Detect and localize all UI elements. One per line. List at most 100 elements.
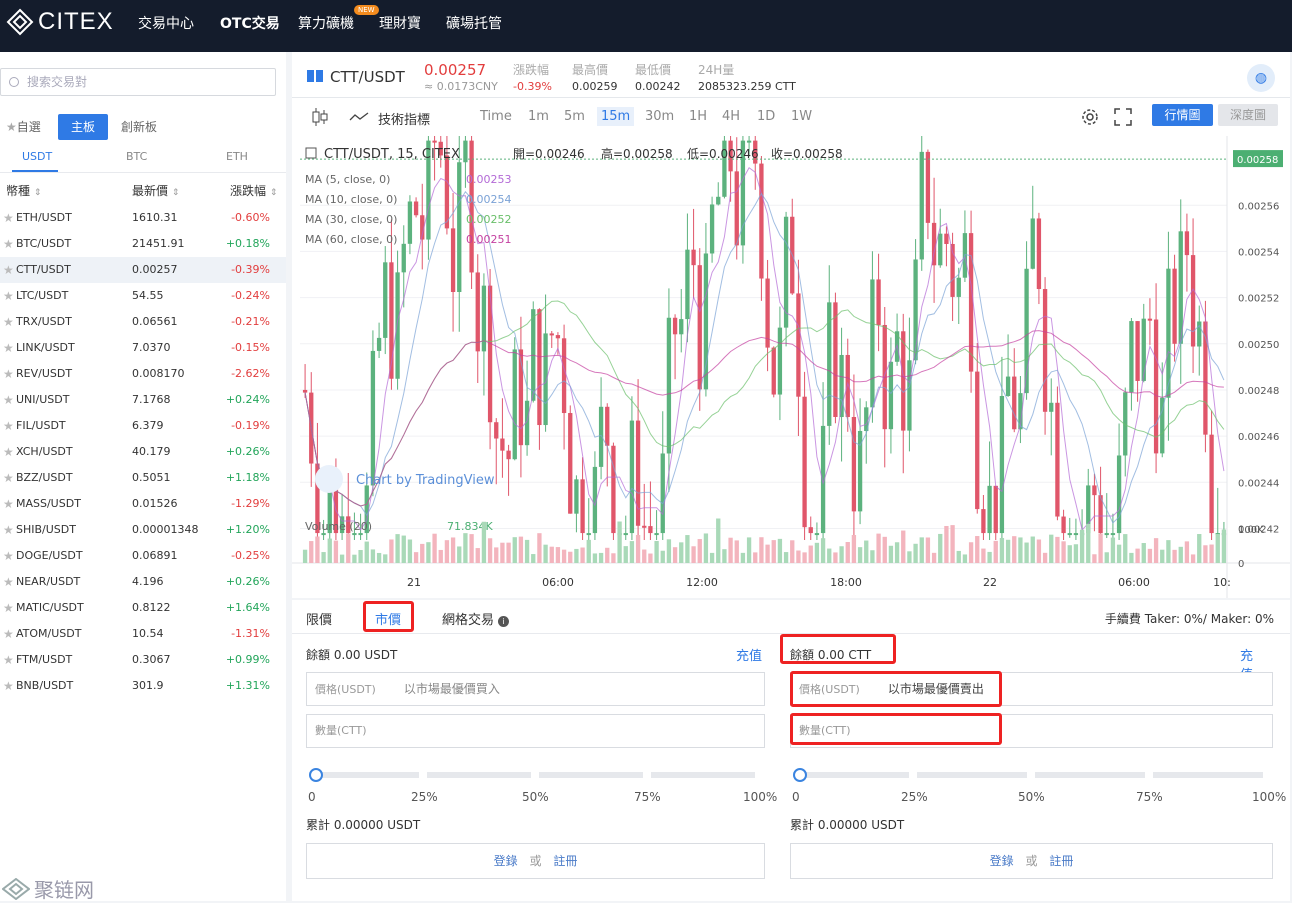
pair-row[interactable]: ★ DOGE/USDT 0.06891 -0.25% — [0, 543, 286, 569]
candle — [432, 140, 437, 143]
indicators-button[interactable]: 技術指標 — [378, 109, 430, 128]
nav-wealth[interactable]: 理財寶 — [379, 13, 421, 33]
pair-change: +1.64% — [225, 601, 270, 614]
pct-label[interactable]: 0 — [792, 790, 800, 804]
pair-row[interactable]: ★ MATIC/USDT 0.8122 +1.64% — [0, 595, 286, 621]
depth-chart-button[interactable]: 深度圖 — [1218, 104, 1278, 126]
interval-5m[interactable]: 5m — [564, 109, 585, 124]
star-icon[interactable]: ★ — [3, 257, 14, 283]
candle — [968, 233, 974, 372]
star-icon[interactable]: ★ — [3, 647, 14, 673]
buy-deposit-link[interactable]: 充值 — [736, 645, 762, 664]
pct-label[interactable]: 50% — [522, 790, 549, 804]
pair-row[interactable]: ★ FIL/USDT 6.379 -0.19% — [0, 413, 286, 439]
star-icon[interactable]: ★ — [3, 673, 14, 699]
pair-row[interactable]: ★ BZZ/USDT 0.5051 +1.18% — [0, 465, 286, 491]
star-icon[interactable]: ★ — [3, 387, 14, 413]
star-icon[interactable]: ★ — [3, 465, 14, 491]
ohlc-open: 開=0.00246 — [513, 147, 585, 161]
slider-handle[interactable] — [309, 768, 323, 782]
sell-amount-slider[interactable] — [793, 768, 1265, 782]
pct-label[interactable]: 25% — [411, 790, 438, 804]
pct-label[interactable]: 75% — [634, 790, 661, 804]
star-icon[interactable]: ★ — [3, 517, 14, 543]
buy-quantity-field[interactable]: 數量(CTT) — [306, 714, 765, 748]
pct-label[interactable]: 0 — [308, 790, 316, 804]
star-icon[interactable]: ★ — [3, 621, 14, 647]
currency-tab-eth[interactable]: ETH — [226, 150, 248, 163]
interval-1d[interactable]: 1D — [757, 109, 775, 124]
pct-label[interactable]: 50% — [1018, 790, 1045, 804]
tab-favorites[interactable]: ★自選 — [6, 114, 41, 140]
pair-row[interactable]: ★ SHIB/USDT 0.00001348 +1.20% — [0, 517, 286, 543]
pair-row[interactable]: ★ XCH/USDT 40.179 +0.26% — [0, 439, 286, 465]
pair-row[interactable]: ★ BTC/USDT 21451.91 +0.18% — [0, 231, 286, 257]
pair-row[interactable]: ★ LTC/USDT 54.55 -0.24% — [0, 283, 286, 309]
star-icon[interactable]: ★ — [3, 309, 14, 335]
pair-row[interactable]: ★ MASS/USDT 0.01526 -1.29% — [0, 491, 286, 517]
star-icon[interactable]: ★ — [3, 361, 14, 387]
star-icon[interactable]: ★ — [3, 439, 14, 465]
pair-row[interactable]: ★ TRX/USDT 0.06561 -0.21% — [0, 309, 286, 335]
interval-30m[interactable]: 30m — [645, 109, 674, 124]
pct-label[interactable]: 100% — [1252, 790, 1286, 804]
pair-row[interactable]: ★ NEAR/USDT 4.196 +0.26% — [0, 569, 286, 595]
pair-row[interactable]: ★ CTT/USDT 0.00257 -0.39% — [0, 257, 286, 283]
star-icon[interactable]: ★ — [3, 205, 14, 231]
pct-label[interactable]: 25% — [901, 790, 928, 804]
price-chart[interactable]: 0.00256 0.00254 0.00252 0.00250 0.00248 0.002… — [292, 136, 1290, 616]
quote-chart-button[interactable]: 行情圖 — [1152, 104, 1213, 126]
buy-price-field[interactable]: 價格(USDT) 以市場最優價買入 — [306, 672, 765, 706]
search-input[interactable]: 搜索交易對 — [0, 68, 276, 96]
pair-row[interactable]: ★ UNI/USDT 7.1768 +0.24% — [0, 387, 286, 413]
pair-row[interactable]: ★ ETH/USDT 1610.31 -0.60% — [0, 205, 286, 231]
star-icon[interactable]: ★ — [3, 595, 14, 621]
register-link[interactable]: 註冊 — [1049, 854, 1073, 868]
candle-type-icon[interactable] — [312, 107, 328, 127]
interval-1w[interactable]: 1W — [791, 109, 812, 124]
pair-row[interactable]: ★ FTM/USDT 0.3067 +0.99% — [0, 647, 286, 673]
buy-amount-slider[interactable] — [309, 768, 759, 782]
sort-by-price[interactable]: 最新價 ⇕ — [132, 182, 179, 199]
fullscreen-icon[interactable] — [1114, 108, 1132, 126]
info-icon[interactable]: i — [498, 616, 510, 627]
candlestick-chart-svg[interactable]: 0.00256 0.00254 0.00252 0.00250 0.00248 0.002… — [292, 136, 1290, 616]
slider-handle[interactable] — [793, 768, 807, 782]
interval-4h[interactable]: 4H — [722, 109, 740, 124]
tab-innovation-board[interactable]: 創新板 — [121, 114, 157, 140]
interval-1h[interactable]: 1H — [689, 109, 707, 124]
currency-tab-btc[interactable]: BTC — [126, 150, 147, 163]
star-icon[interactable]: ★ — [3, 413, 14, 439]
star-icon[interactable]: ★ — [3, 491, 14, 517]
pair-row[interactable]: ★ BNB/USDT 301.9 +1.31% — [0, 673, 286, 699]
pair-row[interactable]: ★ LINK/USDT 7.0370 -0.15% — [0, 335, 286, 361]
currency-tab-usdt[interactable]: USDT — [22, 150, 52, 163]
nav-hosting[interactable]: 礦場托管 — [446, 13, 502, 33]
pct-label[interactable]: 100% — [743, 790, 777, 804]
nav-mining[interactable]: 算力礦機 — [298, 13, 354, 33]
star-icon[interactable]: ★ — [3, 231, 14, 257]
nav-trade-center[interactable]: 交易中心 — [138, 13, 194, 33]
theme-toggle-bulb-icon[interactable]: ◍ — [1247, 64, 1275, 92]
tab-limit[interactable]: 限價 — [306, 609, 332, 628]
login-link[interactable]: 登錄 — [990, 854, 1014, 868]
register-link[interactable]: 註冊 — [553, 854, 577, 868]
sort-by-change[interactable]: 漲跌幅 ⇕ — [230, 182, 277, 199]
login-link[interactable]: 登錄 — [494, 854, 518, 868]
sort-by-pair[interactable]: 幣種 ⇕ — [6, 182, 41, 199]
tab-grid[interactable]: 網格交易 i — [442, 609, 510, 628]
pair-row[interactable]: ★ REV/USDT 0.008170 -2.62% — [0, 361, 286, 387]
star-icon[interactable]: ★ — [3, 283, 14, 309]
pair-row[interactable]: ★ ATOM/USDT 10.54 -1.31% — [0, 621, 286, 647]
citex-logo[interactable]: CITEX — [6, 8, 114, 36]
star-icon[interactable]: ★ — [3, 335, 14, 361]
settings-gear-icon[interactable] — [1080, 107, 1100, 127]
star-icon[interactable]: ★ — [3, 569, 14, 595]
interval-15m[interactable]: 15m — [597, 107, 635, 126]
star-icon[interactable]: ★ — [3, 543, 14, 569]
pct-label[interactable]: 75% — [1136, 790, 1163, 804]
interval-time[interactable]: Time — [480, 109, 512, 124]
tab-main-board[interactable]: 主板 — [58, 114, 108, 140]
nav-otc[interactable]: OTC交易 — [220, 13, 280, 33]
interval-1m[interactable]: 1m — [528, 109, 549, 124]
